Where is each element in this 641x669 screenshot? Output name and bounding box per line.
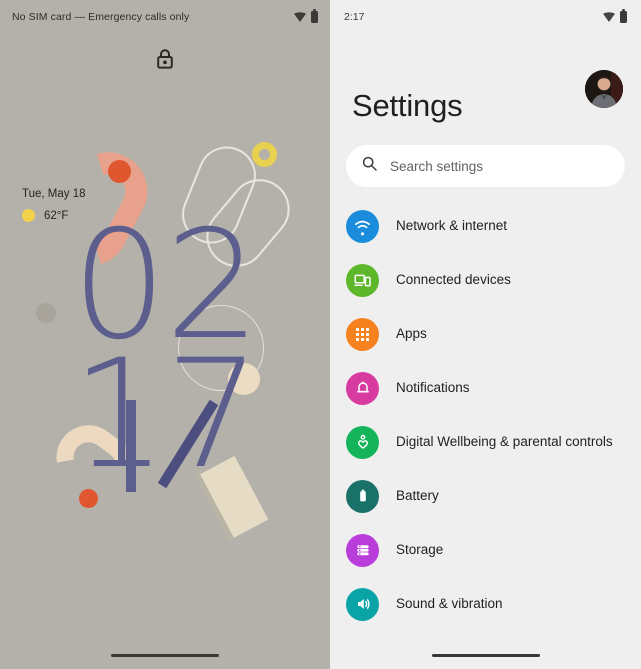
settings-item-sound-vibration[interactable]: Sound & vibration [330, 577, 641, 631]
clock-minutes: 17 [71, 328, 261, 502]
lock-status-icons [294, 9, 318, 23]
settings-item-label: Storage [396, 541, 444, 557]
wifi-icon [603, 12, 615, 22]
lock-temperature: 62°F [44, 209, 69, 222]
user-avatar[interactable] [585, 70, 623, 108]
bell-icon [346, 371, 379, 405]
settings-item-label: Apps [396, 325, 427, 341]
settings-item-label: Battery [396, 487, 439, 503]
settings-status-bar: 2:17 [330, 0, 641, 34]
settings-item-label: Network & internet [396, 217, 508, 233]
heart-icon [346, 425, 379, 459]
lock-status-bar: No SIM card — Emergency calls only [0, 0, 330, 34]
volume-icon [346, 587, 379, 621]
home-gesture-bar[interactable] [431, 654, 540, 657]
settings-item-label: Notifications [396, 379, 470, 395]
lock-screen: No SIM card — Emergency calls only Tue, … [0, 0, 330, 669]
status-clock: 2:17 [344, 11, 365, 23]
carrier-label: No SIM card — Emergency calls only [12, 11, 190, 23]
home-gesture-bar[interactable] [111, 654, 219, 657]
wallpaper-yellow-donut [252, 142, 277, 167]
devices-icon [346, 263, 379, 297]
search-icon [362, 156, 377, 176]
settings-item-connected-devices[interactable]: Connected devices [330, 253, 641, 307]
settings-item-label: Connected devices [396, 271, 511, 287]
wifi-icon [346, 209, 379, 243]
storage-icon [346, 533, 379, 567]
search-input[interactable]: Search settings [346, 145, 625, 187]
dual-screen-comparison: No SIM card — Emergency calls only Tue, … [0, 0, 641, 669]
settings-item-notifications[interactable]: Notifications [330, 361, 641, 415]
wifi-icon [294, 12, 306, 22]
settings-list: Network & internet Connected devices App… [330, 199, 641, 631]
settings-item-storage[interactable]: Storage [330, 523, 641, 577]
battery-icon [311, 9, 318, 23]
settings-screen: 2:17 Settings Search settings Network & … [330, 0, 641, 669]
lock-clock: 02 17 [0, 211, 330, 502]
wallpaper-orange-dot-top [108, 160, 131, 183]
lock-closed-icon [156, 48, 174, 74]
battery-icon [620, 9, 627, 23]
settings-item-label: Sound & vibration [396, 595, 503, 611]
battery-icon [346, 479, 379, 513]
settings-item-label: Digital Wellbeing & parental controls [396, 433, 613, 449]
settings-item-battery[interactable]: Battery [330, 469, 641, 523]
sun-icon [22, 209, 35, 222]
settings-item-network-internet[interactable]: Network & internet [330, 199, 641, 253]
settings-item-apps[interactable]: Apps [330, 307, 641, 361]
settings-item-digital-wellbeing[interactable]: Digital Wellbeing & parental controls [330, 415, 641, 469]
settings-status-icons [603, 9, 627, 23]
search-placeholder: Search settings [390, 158, 484, 174]
apps-grid-icon [346, 317, 379, 351]
